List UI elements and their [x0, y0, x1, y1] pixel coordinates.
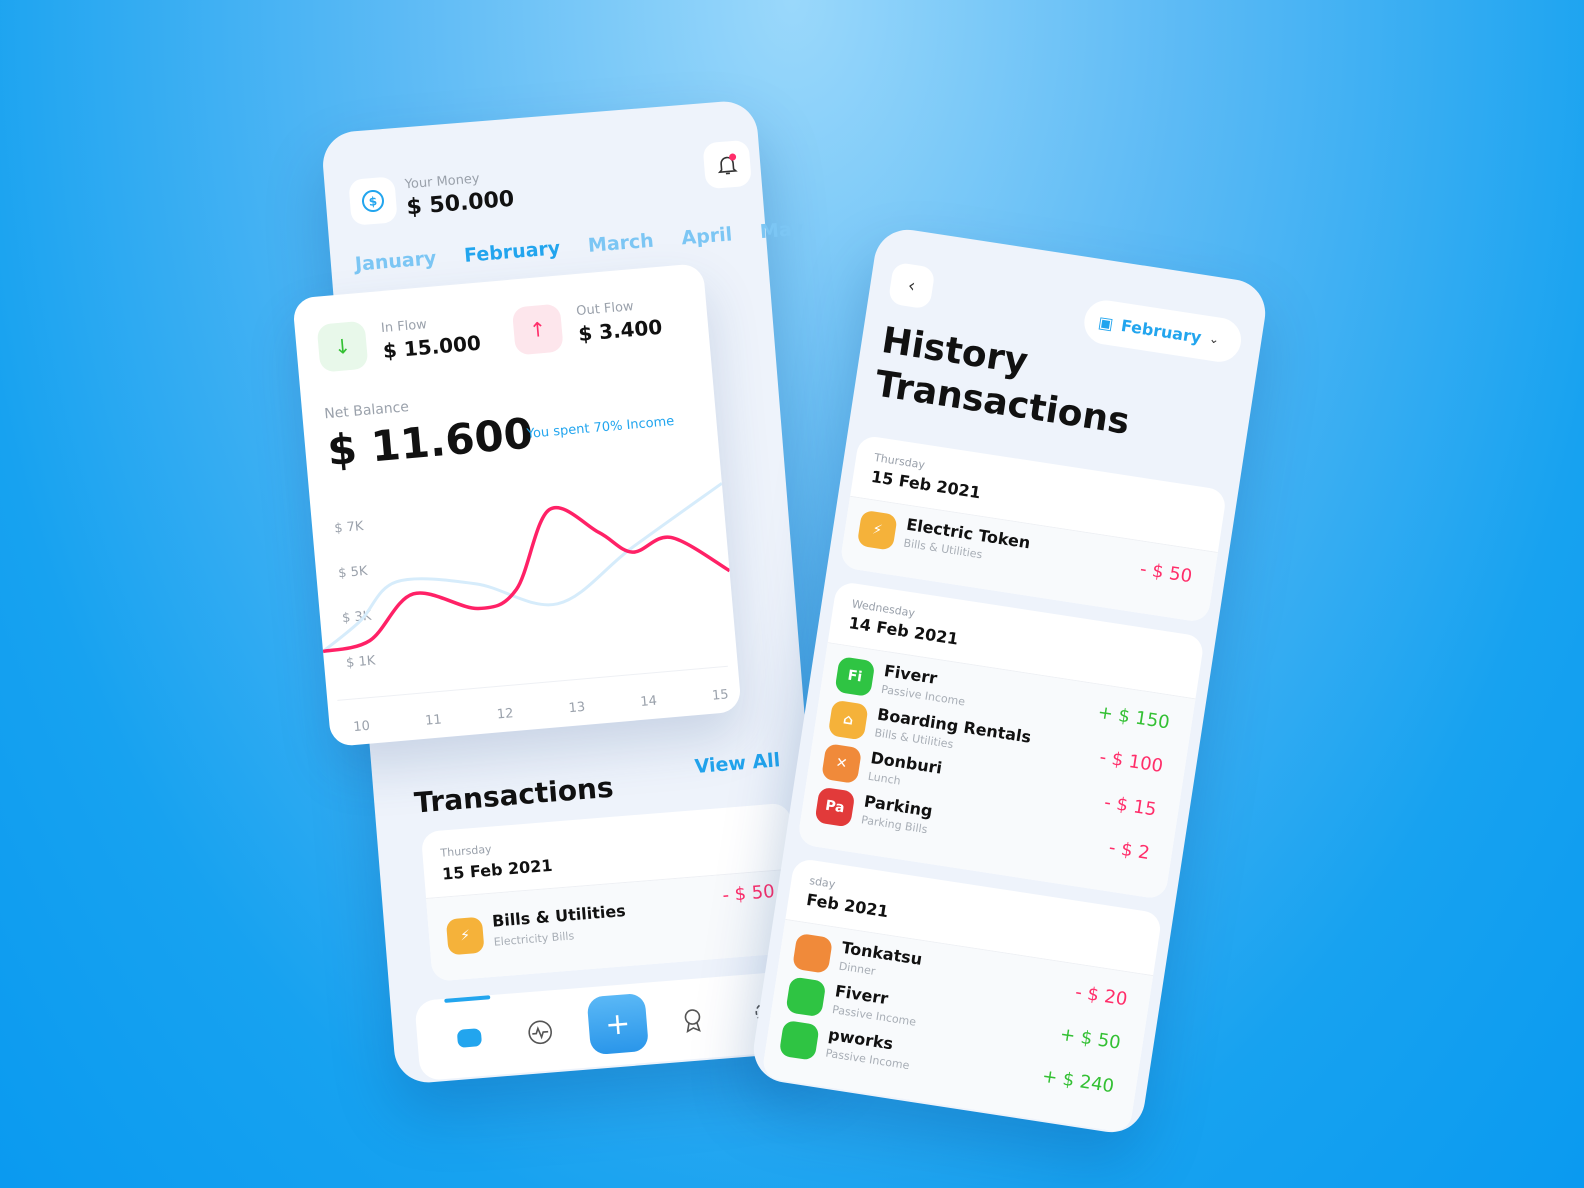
tx-sub: Passive Income [880, 682, 966, 709]
tx-amount: + $ 150 [1096, 701, 1172, 734]
lightning-icon: ⚡ [445, 916, 485, 956]
tx-amount: - $ 50 [1138, 558, 1194, 588]
transaction-group: Wednesday 14 Feb 2021 Fi Fiverr Passive … [796, 580, 1205, 900]
chevron-left-icon: ‹ [906, 274, 917, 297]
balance-card: ↓ In Flow $ 15.000 ↑ Out Flow $ 3.400 Ne… [292, 262, 742, 748]
tx-name: Bills & Utilities [491, 901, 627, 931]
tab-march[interactable]: March [587, 230, 654, 257]
tx-amount: - $ 100 [1098, 746, 1165, 778]
tx-sub: Dinner [837, 959, 877, 978]
arrow-up-icon: ↑ [511, 303, 564, 356]
outflow-value: $ 3.400 [577, 314, 664, 346]
tx-amount: - $ 50 [721, 881, 776, 907]
transactions-title: Transactions [413, 770, 615, 820]
bell-icon [717, 153, 738, 175]
series-line-secondary [322, 482, 723, 653]
x-tick-label: 10 [353, 719, 371, 735]
y-tick-label: $ 1K [346, 653, 377, 671]
lightning-icon: ⚡ [856, 509, 898, 551]
balance-chart: $ 7K$ 5K$ 3K$ 1K10 11 12 13 14 15 [322, 482, 731, 735]
y-tick-label: $ 7K [334, 519, 365, 537]
x-tick-label: 11 [425, 712, 443, 728]
x-tick-label: 13 [568, 700, 586, 716]
history-list: Thursday 15 Feb 2021 ⚡ Electric Token Bi… [761, 434, 1228, 1134]
badge-icon [785, 976, 827, 1018]
tx-amount: - $ 2 [1107, 837, 1152, 865]
outflow-label: Out Flow [575, 299, 635, 320]
svg-text:$: $ [368, 194, 377, 209]
selected-month: February [1119, 315, 1203, 347]
notification-button[interactable] [702, 139, 752, 190]
tx-day: Thursday [439, 842, 493, 860]
transaction-group: sday Feb 2021 Tonkatsu Dinner - $ 20 Fiv… [761, 857, 1163, 1134]
badge-icon: Pa [814, 786, 856, 828]
award-icon[interactable] [680, 1006, 706, 1034]
wallet-icon[interactable] [456, 1028, 483, 1048]
net-balance-label: Net Balance [323, 399, 410, 423]
group-day: sday [808, 874, 837, 891]
badge-icon: Fi [834, 656, 876, 698]
inflow-label: In Flow [380, 317, 428, 337]
group-date: 14 Feb 2021 [847, 613, 960, 649]
money-value: $ 50.000 [405, 186, 516, 221]
transaction-group: Thursday 15 Feb 2021 ⚡ Bills & Utilities… [420, 802, 802, 982]
view-all-link[interactable]: View All [694, 749, 781, 778]
spent-note: You spent 70% Income [526, 414, 675, 442]
x-tick-label: 12 [496, 706, 514, 722]
fork-knife-icon: ✕ [821, 743, 863, 785]
activity-icon[interactable] [526, 1018, 554, 1046]
tx-sub: Passive Income [824, 1046, 911, 1073]
calendar-icon: ▣ [1096, 311, 1115, 333]
tab-february[interactable]: February [463, 237, 561, 267]
chevron-down-icon: ⌄ [1208, 331, 1221, 347]
tx-amount: + $ 240 [1040, 1065, 1116, 1098]
group-date: Feb 2021 [805, 889, 890, 922]
badge-icon [778, 1019, 820, 1061]
tab-january[interactable]: January [354, 247, 437, 275]
dollar-icon: $ [348, 176, 398, 226]
tx-amount: - $ 20 [1073, 981, 1129, 1011]
y-tick-label: $ 5K [338, 564, 369, 582]
x-tick-label: 15 [711, 687, 729, 703]
tx-amount: - $ 15 [1102, 791, 1158, 821]
add-button[interactable]: + [586, 992, 650, 1056]
tab-may[interactable]: May [759, 218, 804, 243]
x-tick-label: 14 [640, 694, 658, 710]
history-screen: ‹ ▣ February ⌄ History Transactions Thurs… [749, 225, 1270, 1137]
transaction-row[interactable]: ⚡ Bills & Utilities Electricity Bills - … [426, 869, 802, 982]
group-date: 15 Feb 2021 [869, 466, 983, 503]
series-line-primary [322, 506, 731, 654]
tx-sub: Electricity Bills [493, 929, 575, 949]
badge-icon [792, 932, 834, 974]
tx-sub: Lunch [866, 769, 902, 788]
tx-sub: Passive Income [831, 1003, 917, 1029]
x-axis [337, 665, 728, 701]
back-button[interactable]: ‹ [887, 261, 936, 310]
tx-amount: + $ 50 [1058, 1023, 1123, 1054]
inflow-value: $ 15.000 [382, 330, 482, 364]
tab-april[interactable]: April [681, 223, 733, 249]
tx-date: 15 Feb 2021 [441, 855, 554, 884]
house-icon: ⌂ [827, 699, 869, 741]
month-tabs: January February March April May [354, 218, 804, 276]
nav-active-indicator [444, 995, 491, 1003]
arrow-down-icon: ↓ [316, 320, 369, 373]
